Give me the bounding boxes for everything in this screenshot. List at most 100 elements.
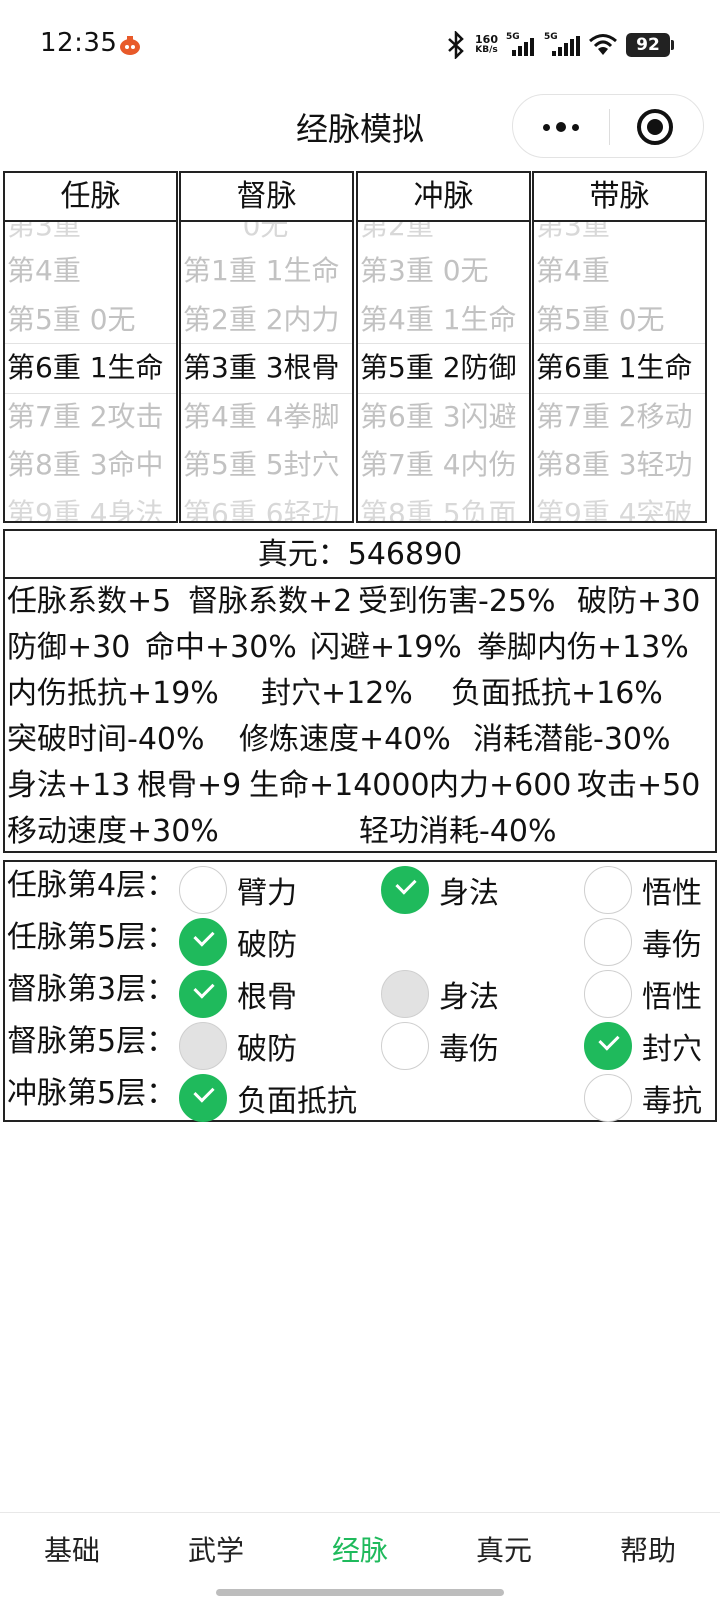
choice-row: 任脉第5层： 破防 毒伤 <box>5 916 715 968</box>
check-icon[interactable] <box>179 1074 227 1122</box>
option-label[interactable]: 根骨 <box>237 978 297 1018</box>
picker-title: 任脉 <box>5 173 176 222</box>
radio-circle-disabled <box>179 1022 227 1070</box>
stat-item: 攻击+50 <box>577 768 701 803</box>
radio-circle[interactable] <box>584 866 632 914</box>
stat-item: 身法+13 <box>7 768 131 803</box>
status-time: 12:35 <box>40 28 118 58</box>
picker-option[interactable]: 第6重 6轻功 <box>183 489 352 521</box>
option-label[interactable]: 毒伤 <box>642 926 702 966</box>
picker-dumai[interactable]: 督脉 0无 第1重 1生命 第2重 2内力 第3重 3根骨 第4重 4拳脚 第5… <box>179 171 354 523</box>
sim1-label: 5G <box>506 32 520 42</box>
picker-wheel[interactable]: 第3重 第4重 第5重 0无 第6重 1生命 第7重 2攻击 第8重 3命中 第… <box>5 222 176 521</box>
stat-item: 修炼速度+40% <box>239 722 451 757</box>
stat-item: 闪避+19% <box>310 630 462 665</box>
picker-option[interactable]: 第5重 0无 <box>536 295 705 345</box>
picker-renmai[interactable]: 任脉 第3重 第4重 第5重 0无 第6重 1生命 第7重 2攻击 第8重 3命… <box>3 171 178 523</box>
picker-option[interactable]: 第2重 2内力 <box>183 295 352 345</box>
picker-option[interactable]: 第8重 3轻功 <box>536 440 705 490</box>
picker-option[interactable]: 第9重 4身法 <box>7 489 176 521</box>
check-icon[interactable] <box>584 1022 632 1070</box>
home-indicator[interactable] <box>216 1589 504 1596</box>
picker-option[interactable]: 第9重 4突破 <box>536 489 705 521</box>
picker-title: 冲脉 <box>358 173 529 222</box>
picker-option[interactable]: 第3重 0无 <box>360 246 529 296</box>
picker-wheel[interactable]: 第2重 第3重 0无 第4重 1生命 第5重 2防御 第6重 3闪避 第7重 4… <box>358 222 529 521</box>
option-label[interactable]: 悟性 <box>642 978 702 1018</box>
option-label[interactable]: 身法 <box>439 874 499 914</box>
check-icon[interactable] <box>179 918 227 966</box>
check-icon[interactable] <box>381 866 429 914</box>
radio-circle-disabled <box>381 970 429 1018</box>
picker-option[interactable]: 第6重 3闪避 <box>360 392 529 442</box>
battery-icon: 92 <box>626 33 674 57</box>
radio-circle[interactable] <box>584 970 632 1018</box>
choice-row: 督脉第3层： 根骨 身法 悟性 <box>5 968 715 1020</box>
choice-row: 冲脉第5层： 负面抵抗 毒抗 <box>5 1072 715 1124</box>
picker-option[interactable]: 第4重 1生命 <box>360 295 529 345</box>
tab-basic[interactable]: 基础 <box>17 1533 127 1569</box>
option-label[interactable]: 破防 <box>237 926 297 966</box>
picker-option[interactable]: 第7重 2攻击 <box>7 392 176 442</box>
choice-row: 督脉第5层： 破防 毒伤 封穴 <box>5 1020 715 1072</box>
picker-option[interactable]: 第4重 <box>536 246 705 296</box>
picker-option[interactable]: 第8重 5负面 <box>360 489 529 521</box>
tab-help[interactable]: 帮助 <box>593 1533 703 1569</box>
picker-option[interactable]: 第4重 <box>7 246 176 296</box>
mini-program-capsule <box>512 94 704 158</box>
signal-icon: 5G <box>544 32 580 58</box>
notification-lantern-icon <box>120 36 140 55</box>
option-label[interactable]: 毒抗 <box>642 1082 702 1122</box>
picker-title: 督脉 <box>181 173 352 222</box>
stat-item: 内伤抵抗+19% <box>7 676 219 711</box>
stat-item: 任脉系数+5 <box>7 584 172 619</box>
stat-item: 消耗潜能-30% <box>473 722 671 757</box>
picker-chongmai[interactable]: 冲脉 第2重 第3重 0无 第4重 1生命 第5重 2防御 第6重 3闪避 第7… <box>356 171 531 523</box>
picker-option-selected[interactable]: 第3重 3根骨 <box>183 343 352 393</box>
picker-option-selected[interactable]: 第5重 2防御 <box>360 343 529 393</box>
title-bar: 经脉模拟 <box>0 90 720 162</box>
radio-circle[interactable] <box>381 1022 429 1070</box>
option-label[interactable]: 封穴 <box>642 1030 702 1070</box>
zhenyuan-panel: 真元：546890 任脉系数+5 督脉系数+2 受到伤害-25% 破防+30 防… <box>3 529 717 853</box>
picker-option[interactable]: 第8重 3命中 <box>7 440 176 490</box>
choice-label: 冲脉第5层： <box>7 1076 177 1111</box>
stat-item: 突破时间-40% <box>7 722 205 757</box>
stat-item: 移动速度+30% <box>7 814 219 849</box>
option-label[interactable]: 负面抵抗 <box>237 1082 357 1122</box>
picker-option[interactable]: 第5重 5封穴 <box>183 440 352 490</box>
tab-martial-arts[interactable]: 武学 <box>161 1533 271 1569</box>
radio-circle[interactable] <box>584 1074 632 1122</box>
check-icon[interactable] <box>179 970 227 1018</box>
picker-option[interactable]: 第5重 0无 <box>7 295 176 345</box>
option-label[interactable]: 悟性 <box>642 874 702 914</box>
picker-option[interactable]: 第7重 4内伤 <box>360 440 529 490</box>
picker-wheel[interactable]: 第3重 第4重 第5重 0无 第6重 1生命 第7重 2移动 第8重 3轻功 第… <box>534 222 705 521</box>
picker-option[interactable]: 第7重 2移动 <box>536 392 705 442</box>
picker-option-selected[interactable]: 第6重 1生命 <box>7 343 176 393</box>
radio-circle[interactable] <box>584 918 632 966</box>
radio-circle[interactable] <box>179 866 227 914</box>
tab-meridians[interactable]: 经脉 <box>305 1533 415 1569</box>
option-label[interactable]: 臂力 <box>237 874 297 914</box>
sim2-label: 5G <box>544 32 558 42</box>
tab-zhenyuan[interactable]: 真元 <box>449 1533 559 1569</box>
picker-wheel[interactable]: 0无 第1重 1生命 第2重 2内力 第3重 3根骨 第4重 4拳脚 第5重 5… <box>181 222 352 521</box>
bottom-tab-bar: 基础 武学 经脉 真元 帮助 <box>0 1512 720 1600</box>
picker-option[interactable]: 第1重 1生命 <box>183 246 352 296</box>
zhenyuan-total: 真元：546890 <box>5 531 715 579</box>
choice-row: 任脉第4层： 臂力 身法 悟性 <box>5 864 715 916</box>
option-label: 身法 <box>439 980 499 1015</box>
option-label: 破防 <box>237 1032 297 1067</box>
close-target-icon[interactable] <box>637 109 673 145</box>
picker-option-selected[interactable]: 第6重 1生命 <box>536 343 705 393</box>
choice-label: 任脉第4层： <box>7 868 177 903</box>
stat-item: 封穴+12% <box>261 676 413 711</box>
picker-option[interactable]: 第4重 4拳脚 <box>183 392 352 442</box>
stat-item: 根骨+9 <box>137 768 242 803</box>
more-button[interactable] <box>513 95 609 159</box>
option-label[interactable]: 毒伤 <box>439 1030 499 1070</box>
network-speed-value: 160 <box>475 33 498 46</box>
picker-daimai[interactable]: 带脉 第3重 第4重 第5重 0无 第6重 1生命 第7重 2移动 第8重 3轻… <box>532 171 707 523</box>
stat-item: 拳脚内伤+13% <box>477 630 689 665</box>
